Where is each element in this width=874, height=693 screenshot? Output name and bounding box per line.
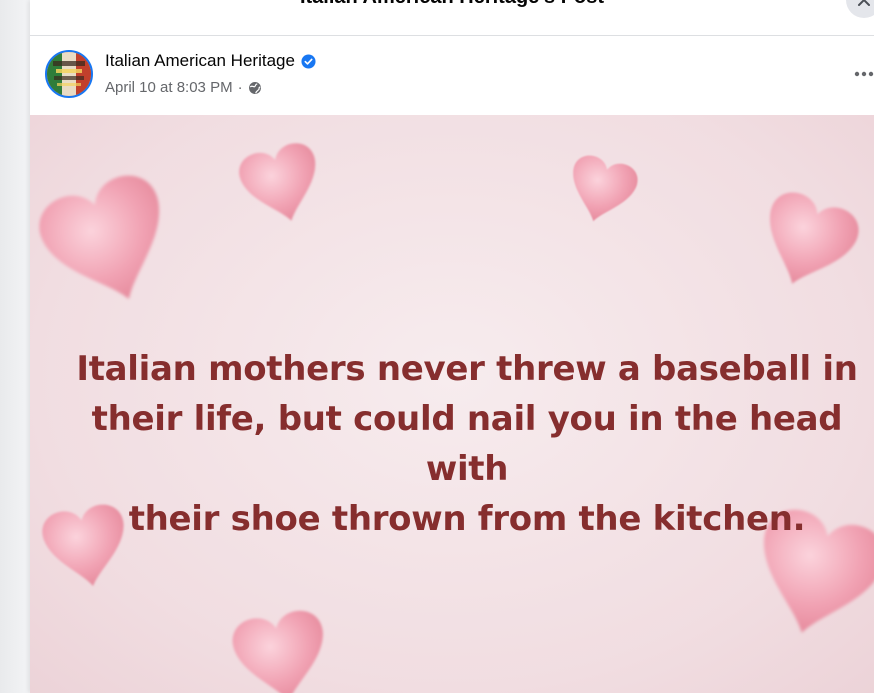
close-button[interactable] xyxy=(846,0,874,18)
heart-icon xyxy=(769,192,859,284)
close-icon xyxy=(858,0,870,6)
page-logo-icon xyxy=(47,52,91,96)
post-image[interactable]: Italian mothers never threw a baseball i… xyxy=(30,115,874,693)
post-header: Italian American Heritage April 10 at 8:… xyxy=(30,36,874,114)
more-options-icon xyxy=(854,71,874,77)
globe-icon[interactable] xyxy=(248,81,262,95)
caption-line: Italian mothers never threw a baseball i… xyxy=(76,349,858,389)
avatar[interactable] xyxy=(45,50,93,98)
more-options-button[interactable] xyxy=(850,60,874,88)
heart-icon xyxy=(239,143,316,221)
author-name[interactable]: Italian American Heritage xyxy=(105,51,295,71)
verified-badge-icon xyxy=(301,53,316,69)
backdrop xyxy=(0,0,30,693)
dialog-title: Italian American Heritage's Post xyxy=(30,0,874,9)
heart-icon xyxy=(232,610,323,693)
post-timestamp[interactable]: April 10 at 8:03 PM xyxy=(105,79,233,96)
post-dialog: Italian American Heritage's Post xyxy=(30,0,874,693)
meta-separator: · xyxy=(237,79,243,96)
caption-line: their shoe thrown from the kitchen. xyxy=(128,499,806,539)
heart-icon xyxy=(39,175,160,299)
post-caption: Italian mothers never threw a baseball i… xyxy=(60,344,874,544)
post-meta: April 10 at 8:03 PM · xyxy=(105,79,262,96)
author-row: Italian American Heritage xyxy=(105,51,316,71)
screen: Italian American Heritage's Post xyxy=(0,0,874,693)
dialog-header: Italian American Heritage's Post xyxy=(30,0,874,36)
heart-icon xyxy=(573,155,638,222)
caption-line: their life, but could nail you in the he… xyxy=(91,399,843,489)
